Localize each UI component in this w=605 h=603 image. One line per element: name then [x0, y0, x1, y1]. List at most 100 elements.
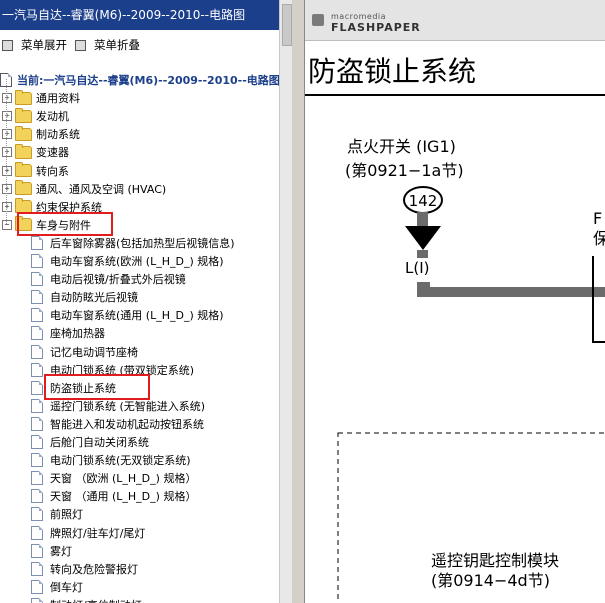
tree-doc-label: 天窗 （通用 (L_H_D_) 规格）	[50, 490, 197, 504]
tree-doc-item[interactable]: 遥控门锁系统 (无智能进入系统)	[31, 397, 205, 415]
module-outline	[592, 256, 605, 343]
tree-doc-item[interactable]: 后车窗除雾器(包括加热型后视镜信息)	[31, 234, 235, 252]
tree-doc-label: 倒车灯	[50, 580, 83, 594]
tree-folder[interactable]: + 变速器	[2, 143, 69, 161]
document-icon	[31, 272, 43, 287]
tree-doc-item[interactable]: 自动防眩光后视镜	[31, 288, 138, 306]
document-icon	[31, 254, 43, 268]
expand-icon	[2, 39, 13, 51]
tree-doc-item[interactable]: 转向及危险警报灯	[31, 560, 138, 578]
collapse-menu-button[interactable]: 菜单折叠	[75, 37, 140, 53]
document-icon	[31, 579, 43, 594]
tree-doc-label: 前照灯	[50, 508, 83, 522]
tree-doc-item[interactable]: 天窗 （欧洲 (L_H_D_) 规格）	[31, 469, 196, 487]
tree-root[interactable]: 当前:一汽马自达--睿翼(M6)--2009--2010--电路图	[0, 71, 279, 89]
tree-folder-label: 制动系统	[36, 128, 80, 142]
tree-doc-label: 电动后视镜/折叠式外后视镜	[50, 273, 186, 287]
expand-plus-icon[interactable]: +	[2, 129, 12, 140]
tree-scrollbar[interactable]	[279, 0, 292, 603]
tree-doc-item[interactable]: 制动灯/高位制动灯	[31, 596, 142, 603]
side-text: 保	[593, 229, 605, 248]
tree-folder-label: 发动机	[36, 110, 69, 124]
connector-stub	[417, 212, 428, 226]
document-viewer: macromedia FLASHPAPER 防盗锁止系统 点火开关 (IG1) …	[305, 0, 605, 603]
collapse-minus-icon[interactable]: −	[2, 219, 12, 230]
panel-splitter[interactable]	[292, 0, 305, 603]
tree-doc-label: 牌照灯/驻车灯/尾灯	[50, 526, 146, 540]
nav-panel: 一汽马自达--睿翼(M6)--2009--2010--电路图 菜单展开 菜单折叠…	[0, 0, 279, 603]
switch-ref: (第0921−1a节)	[345, 161, 464, 180]
tree-folder-label: 通风、通风及空调 (HVAC)	[36, 182, 167, 196]
tree-doc-item[interactable]: 前照灯	[31, 505, 83, 523]
document-icon	[31, 525, 43, 540]
tree-doc-label: 后舱门自动关闭系统	[50, 436, 149, 449]
folder-icon	[15, 107, 32, 123]
expand-menu-button[interactable]: 菜单展开	[2, 37, 67, 53]
document-icon	[31, 471, 43, 486]
folder-icon	[15, 180, 32, 196]
scrollbar-thumb[interactable]	[282, 4, 292, 46]
expand-plus-icon[interactable]: +	[2, 165, 12, 176]
tree-doc-label: 记忆电动调节座椅	[50, 345, 138, 359]
tree-toolbar: 菜单展开 菜单折叠	[0, 34, 279, 56]
tree-doc-item[interactable]: 电动车窗系统(通用 (L_H_D_) 规格)	[31, 306, 224, 324]
tree-guide-line	[6, 79, 7, 224]
connector-number: 142	[409, 192, 438, 210]
tree-doc-item[interactable]: 电动门锁系统(无双锁定系统)	[31, 451, 191, 469]
wire-horizontal	[417, 287, 605, 297]
document-icon	[31, 235, 43, 250]
tree-folder[interactable]: + 制动系统	[2, 125, 80, 143]
folder-icon	[15, 89, 32, 105]
tree-doc-item[interactable]: 电动车窗系统(欧洲 (L_H_D_) 规格)	[31, 252, 224, 270]
side-text: F	[593, 209, 602, 228]
panel-title: 一汽马自达--睿翼(M6)--2009--2010--电路图	[2, 8, 246, 22]
tree-doc-item[interactable]: 牌照灯/驻车灯/尾灯	[31, 524, 145, 542]
tree-doc-item[interactable]: 天窗 （通用 (L_H_D_) 规格）	[31, 487, 196, 505]
tree-root-label: 当前:一汽马自达--睿翼(M6)--2009--2010--电路图	[17, 74, 279, 87]
tree-doc-label: 智能进入和发动机起动按钮系统	[50, 417, 204, 431]
circuit-diagram: 点火开关 (IG1) (第0921−1a节) 142 L(I) F 保 遥控钥匙…	[337, 137, 605, 603]
tree-doc-item[interactable]: 后舱门自动关闭系统	[31, 433, 149, 451]
tree-doc-label: 电动车窗系统(通用 (L_H_D_) 规格)	[50, 309, 224, 323]
document-icon	[31, 290, 43, 305]
connector-arrow	[405, 226, 441, 250]
document-icon	[31, 507, 43, 522]
wire-segment	[417, 250, 428, 258]
document-icon	[31, 326, 43, 341]
tree-doc-item[interactable]: 智能进入和发动机起动按钮系统	[31, 415, 204, 433]
expand-plus-icon[interactable]: +	[2, 183, 12, 194]
highlight-box	[17, 211, 113, 236]
folder-icon	[15, 162, 32, 177]
switch-label: 点火开关 (IG1)	[347, 137, 456, 156]
document-icon	[31, 543, 43, 558]
tree-folder-label: 转向系	[36, 164, 69, 178]
expand-plus-icon[interactable]: +	[2, 93, 12, 104]
tree-doc-item[interactable]: 座椅加热器	[31, 324, 105, 342]
document-icon	[31, 398, 43, 413]
document-icon	[31, 489, 43, 504]
tree-doc-label: 电动车窗系统(欧洲 (L_H_D_) 规格)	[50, 255, 224, 268]
tree-doc-label: 座椅加热器	[50, 327, 105, 341]
document-icon	[31, 453, 43, 468]
selected-highlight-box	[44, 373, 150, 400]
tree-doc-label: 雾灯	[50, 544, 72, 558]
tree-doc-item[interactable]: 记忆电动调节座椅	[31, 343, 138, 361]
panel-title-bar: 一汽马自达--睿翼(M6)--2009--2010--电路图	[0, 0, 279, 30]
tree-folder[interactable]: + 通风、通风及空调 (HVAC)	[2, 180, 166, 198]
tree-doc-item[interactable]: 电动后视镜/折叠式外后视镜	[31, 270, 186, 288]
document-icon	[31, 362, 43, 377]
tree-doc-label: 天窗 （欧洲 (L_H_D_) 规格）	[50, 472, 197, 486]
tree-doc-label: 转向及危险警报灯	[50, 562, 138, 576]
document-icon	[31, 435, 43, 449]
tree-doc-item[interactable]: 雾灯	[31, 542, 72, 560]
expand-plus-icon[interactable]: +	[2, 111, 12, 122]
collapse-icon	[75, 39, 86, 51]
expand-plus-icon[interactable]: +	[2, 147, 12, 158]
tree-doc-label: 制动灯/高位制动灯	[50, 597, 142, 603]
document-icon	[31, 308, 43, 323]
tree-folder[interactable]: + 转向系	[2, 162, 69, 180]
expand-plus-icon[interactable]: +	[2, 201, 12, 212]
tree-doc-item[interactable]: 倒车灯	[31, 578, 83, 596]
tree-folder[interactable]: + 发动机	[2, 107, 69, 125]
tree-folder[interactable]: + 通用资料	[2, 89, 80, 107]
